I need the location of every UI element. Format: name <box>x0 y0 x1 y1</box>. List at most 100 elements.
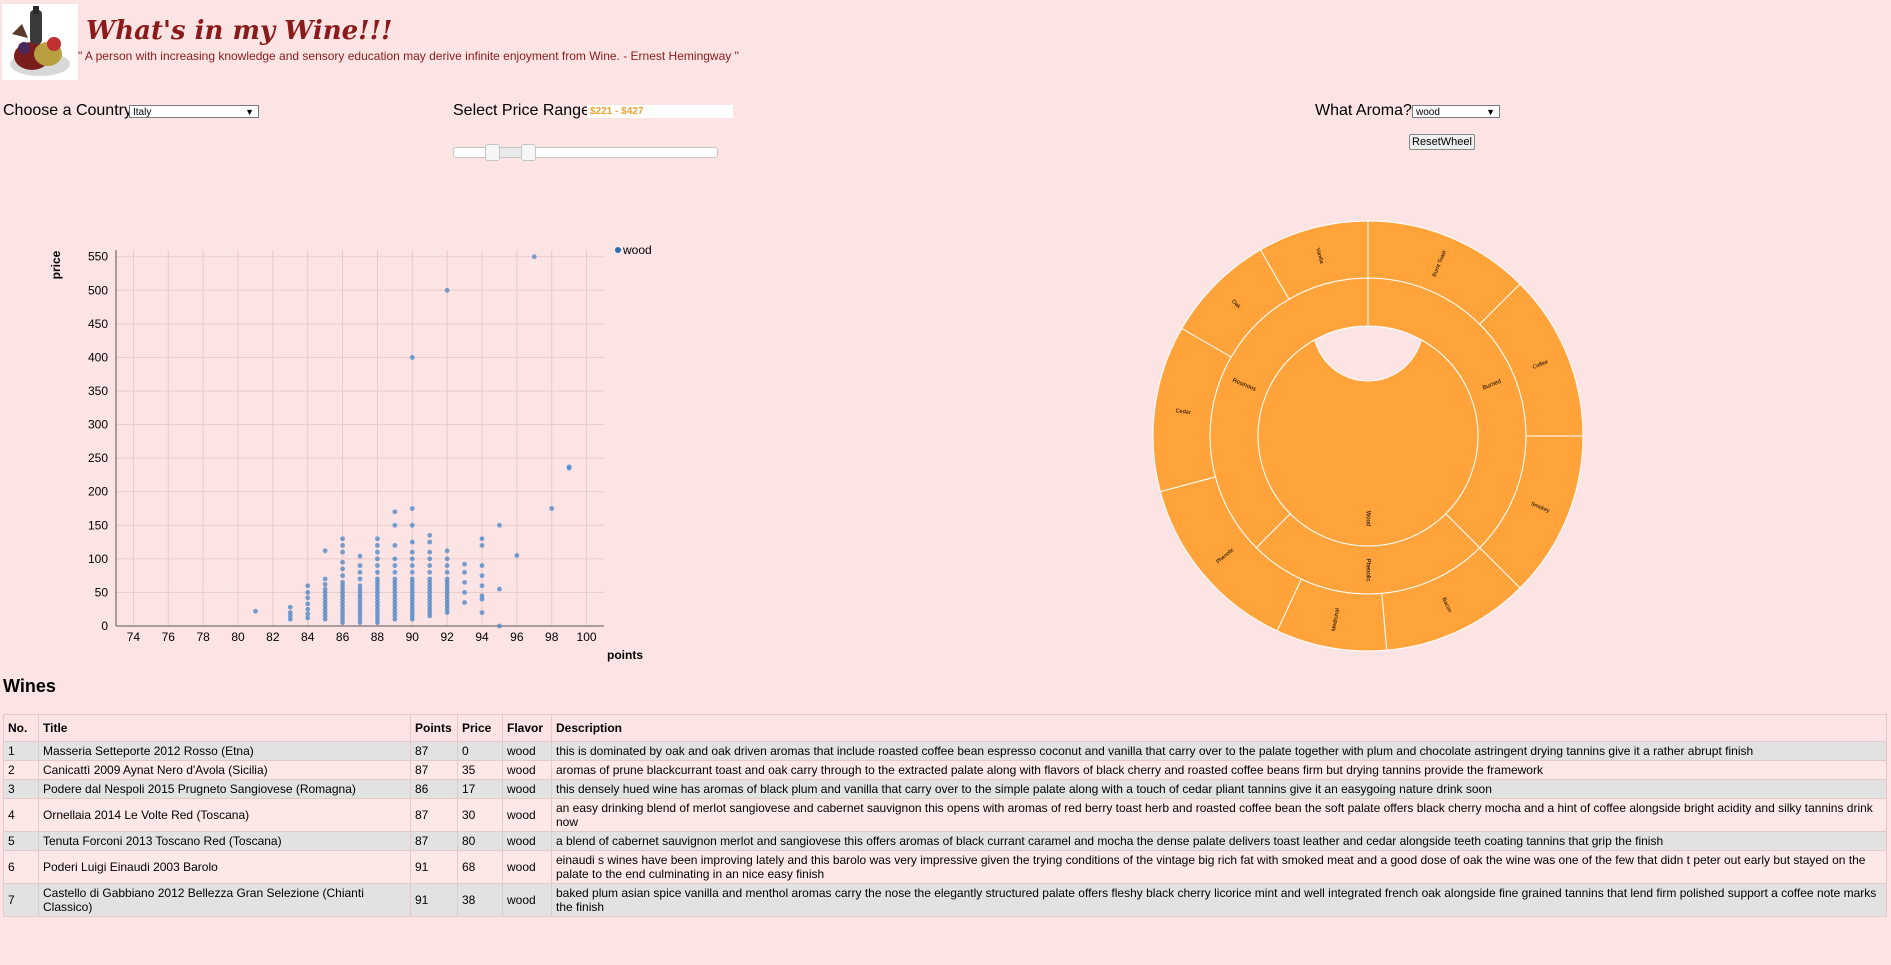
scatter-point[interactable] <box>340 543 345 548</box>
scatter-point[interactable] <box>444 556 450 562</box>
wheel-label: Phenolic <box>1364 558 1370 581</box>
scatter-point[interactable] <box>444 576 450 582</box>
scatter-point[interactable] <box>409 539 415 545</box>
scatter-point[interactable] <box>462 590 467 595</box>
scatter-point[interactable] <box>392 569 398 575</box>
scatter-point[interactable] <box>427 549 433 555</box>
scatter-point[interactable] <box>514 553 520 558</box>
scatter-point[interactable] <box>444 548 450 554</box>
scatter-point[interactable] <box>566 464 572 470</box>
scatter-point[interactable] <box>427 569 433 575</box>
scatter-point[interactable] <box>479 610 485 615</box>
scatter-point[interactable] <box>409 556 415 562</box>
scatter-point[interactable] <box>340 536 345 542</box>
scatter-point[interactable] <box>409 355 415 360</box>
scatter-point[interactable] <box>462 579 467 585</box>
scatter-point[interactable] <box>531 254 537 260</box>
scatter-point[interactable] <box>392 563 398 568</box>
scatter-point[interactable] <box>392 522 398 528</box>
scatter-point[interactable] <box>479 583 485 589</box>
scatter-point[interactable] <box>444 287 450 293</box>
wheel-segments[interactable] <box>1152 220 1584 652</box>
column-header: Price <box>457 714 503 742</box>
scatter-point[interactable] <box>497 623 502 629</box>
scatter-point[interactable] <box>409 563 415 568</box>
scatter-point[interactable] <box>253 608 258 614</box>
table-cell-flavor: wood <box>502 741 552 761</box>
column-header: Points <box>410 714 458 742</box>
y-tick-label: 150 <box>88 518 108 532</box>
scatter-point[interactable] <box>462 600 467 605</box>
scatter-point[interactable] <box>322 586 328 592</box>
scatter-point[interactable] <box>375 549 380 555</box>
scatter-point[interactable] <box>392 509 398 515</box>
reset-wheel-button[interactable]: ResetWheel <box>1409 134 1475 150</box>
scatter-point[interactable] <box>357 576 363 582</box>
scatter-point[interactable] <box>357 553 363 559</box>
scatter-point[interactable] <box>305 611 311 617</box>
scatter-point[interactable] <box>409 506 415 511</box>
scatter-point[interactable] <box>427 556 433 562</box>
price-slider-min-handle[interactable] <box>485 144 500 161</box>
scatter-point[interactable] <box>357 569 363 575</box>
scatter-point[interactable] <box>427 576 433 582</box>
x-axis-ticks: 74 76 78 80 82 84 86 88 90 92 94 96 98 100 <box>127 630 597 644</box>
scatter-point[interactable] <box>322 576 328 582</box>
scatter-point[interactable] <box>305 583 311 589</box>
scatter-point[interactable] <box>340 573 345 579</box>
y-tick-label: 0 <box>101 619 108 633</box>
scatter-point[interactable] <box>409 549 415 555</box>
scatter-point[interactable] <box>375 576 380 582</box>
table-row: 6 Poderi Luigi Einaudi 2003 Barolo 91 68 woo… <box>3 850 1887 884</box>
x-tick-label: 96 <box>510 630 524 644</box>
scatter-point[interactable] <box>340 566 345 572</box>
scatter-point[interactable] <box>375 556 380 562</box>
scatter-point[interactable] <box>444 569 450 575</box>
scatter-point[interactable] <box>375 569 380 575</box>
scatter-point[interactable] <box>305 590 311 595</box>
scatter-point[interactable] <box>375 563 380 568</box>
scatter-point[interactable] <box>357 583 363 589</box>
scatter-point[interactable] <box>357 563 363 568</box>
scatter-point[interactable] <box>479 536 485 542</box>
scatter-point[interactable] <box>409 576 415 582</box>
price-slider-max-handle[interactable] <box>521 144 536 161</box>
scatter-point[interactable] <box>549 506 555 511</box>
scatter-point[interactable] <box>409 569 415 575</box>
scatter-point[interactable] <box>427 563 433 568</box>
scatter-point[interactable] <box>305 595 311 601</box>
country-select[interactable]: Italy ▼ <box>129 105 259 118</box>
scatter-point[interactable] <box>479 543 485 548</box>
scatter-point[interactable] <box>462 569 467 575</box>
scatter-point[interactable] <box>340 579 345 585</box>
aroma-select[interactable]: wood ▼ <box>1412 105 1500 118</box>
scatter-point[interactable] <box>479 563 485 568</box>
scatter-point[interactable] <box>287 610 293 615</box>
table-cell-no: 1 <box>3 741 39 761</box>
x-axis-label: points <box>607 648 643 662</box>
scatter-point[interactable] <box>305 601 311 607</box>
scatter-point[interactable] <box>375 543 380 548</box>
scatter-point[interactable] <box>392 556 398 562</box>
scatter-point[interactable] <box>497 586 502 592</box>
scatter-point[interactable] <box>427 539 433 545</box>
scatter-point[interactable] <box>375 536 380 542</box>
scatter-point[interactable] <box>340 559 345 565</box>
scatter-point[interactable] <box>497 522 502 528</box>
scatter-point[interactable] <box>305 606 311 612</box>
scatter-point[interactable] <box>444 563 450 568</box>
scatter-point[interactable] <box>392 543 398 548</box>
scatter-point[interactable] <box>287 604 293 610</box>
y-tick-label: 450 <box>88 317 108 331</box>
scatter-point[interactable] <box>340 549 345 555</box>
y-tick-label: 50 <box>95 585 109 599</box>
scatter-point[interactable] <box>409 522 415 528</box>
scatter-point[interactable] <box>322 581 328 587</box>
scatter-point[interactable] <box>462 561 467 567</box>
aroma-wheel[interactable]: WoodBurnedPhenolicResinousBurnt ToastCof… <box>1150 215 1590 665</box>
scatter-point[interactable] <box>322 548 328 554</box>
scatter-point[interactable] <box>479 593 485 599</box>
scatter-point[interactable] <box>479 573 485 579</box>
scatter-point[interactable] <box>427 532 433 538</box>
scatter-point[interactable] <box>392 576 398 582</box>
